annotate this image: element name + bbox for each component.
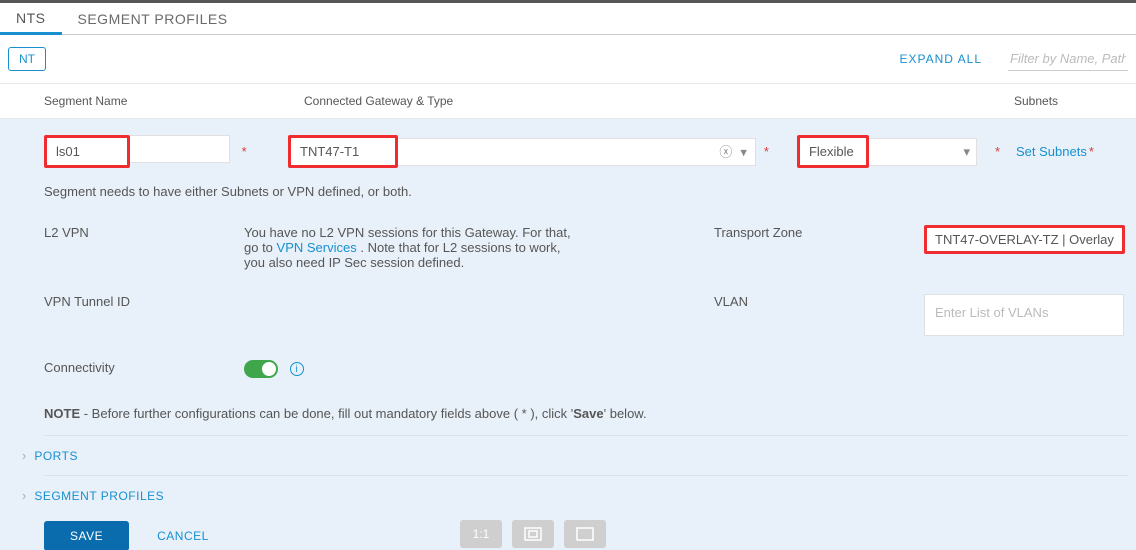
- chevron-down-icon[interactable]: ▾: [740, 145, 747, 158]
- connectivity-label: Connectivity: [44, 360, 244, 375]
- form-body: * ⓧ ▾ * ▾ * Set Sub: [0, 119, 1136, 550]
- header-connected-gateway: Connected Gateway & Type: [304, 94, 1014, 108]
- chevron-down-icon[interactable]: ▾: [963, 144, 970, 160]
- tab-segment-profiles[interactable]: SEGMENT PROFILES: [62, 5, 244, 33]
- add-segment-button[interactable]: NT: [8, 47, 46, 71]
- clear-icon[interactable]: ⓧ: [719, 145, 732, 158]
- info-icon[interactable]: i: [290, 362, 304, 376]
- set-subnets-link[interactable]: Set Subnets*: [1016, 144, 1102, 159]
- filter-input[interactable]: [1008, 47, 1128, 71]
- subnet-hint: Segment needs to have either Subnets or …: [0, 184, 1136, 215]
- l2vpn-text: You have no L2 VPN sessions for this Gat…: [244, 225, 714, 270]
- l2vpn-label: L2 VPN: [44, 225, 244, 240]
- connectivity-toggle[interactable]: [244, 360, 278, 378]
- ports-accordion[interactable]: › PORTS: [0, 436, 1136, 475]
- toolbar: NT EXPAND ALL: [0, 35, 1136, 84]
- segment-profiles-accordion[interactable]: › SEGMENT PROFILES: [0, 476, 1136, 515]
- vlan-label: VLAN: [714, 294, 924, 309]
- fit-screen-icon[interactable]: [512, 520, 554, 548]
- segment-name-input[interactable]: [47, 138, 123, 165]
- transport-zone-select[interactable]: TNT47-OVERLAY-TZ | Overlay: [924, 225, 1125, 254]
- expand-all-link[interactable]: EXPAND ALL: [900, 52, 982, 66]
- tab-segments[interactable]: NTS: [0, 4, 62, 35]
- required-marker: *: [242, 144, 247, 159]
- chevron-right-icon: ›: [22, 448, 26, 463]
- column-headers: Segment Name Connected Gateway & Type Su…: [0, 84, 1136, 119]
- type-select[interactable]: [800, 138, 866, 165]
- chevron-right-icon: ›: [22, 488, 26, 503]
- header-subnets: Subnets: [1014, 94, 1128, 108]
- tabs: NTS SEGMENT PROFILES: [0, 3, 1136, 35]
- vpn-tunnel-label: VPN Tunnel ID: [44, 294, 244, 309]
- vpn-services-link[interactable]: VPN Services: [277, 240, 357, 255]
- required-marker: *: [764, 144, 769, 159]
- zoom-actual-icon[interactable]: 1:1: [460, 520, 502, 548]
- save-button[interactable]: SAVE: [44, 521, 129, 550]
- required-marker: *: [995, 144, 1000, 159]
- vlan-input[interactable]: Enter List of VLANs: [924, 294, 1124, 336]
- gateway-input[interactable]: [291, 138, 391, 165]
- cancel-button[interactable]: CANCEL: [157, 529, 209, 543]
- note-text: NOTE - Before further configurations can…: [0, 388, 1136, 435]
- transport-zone-label: Transport Zone: [714, 225, 924, 240]
- header-segment-name: Segment Name: [44, 94, 304, 108]
- fullscreen-icon[interactable]: [564, 520, 606, 548]
